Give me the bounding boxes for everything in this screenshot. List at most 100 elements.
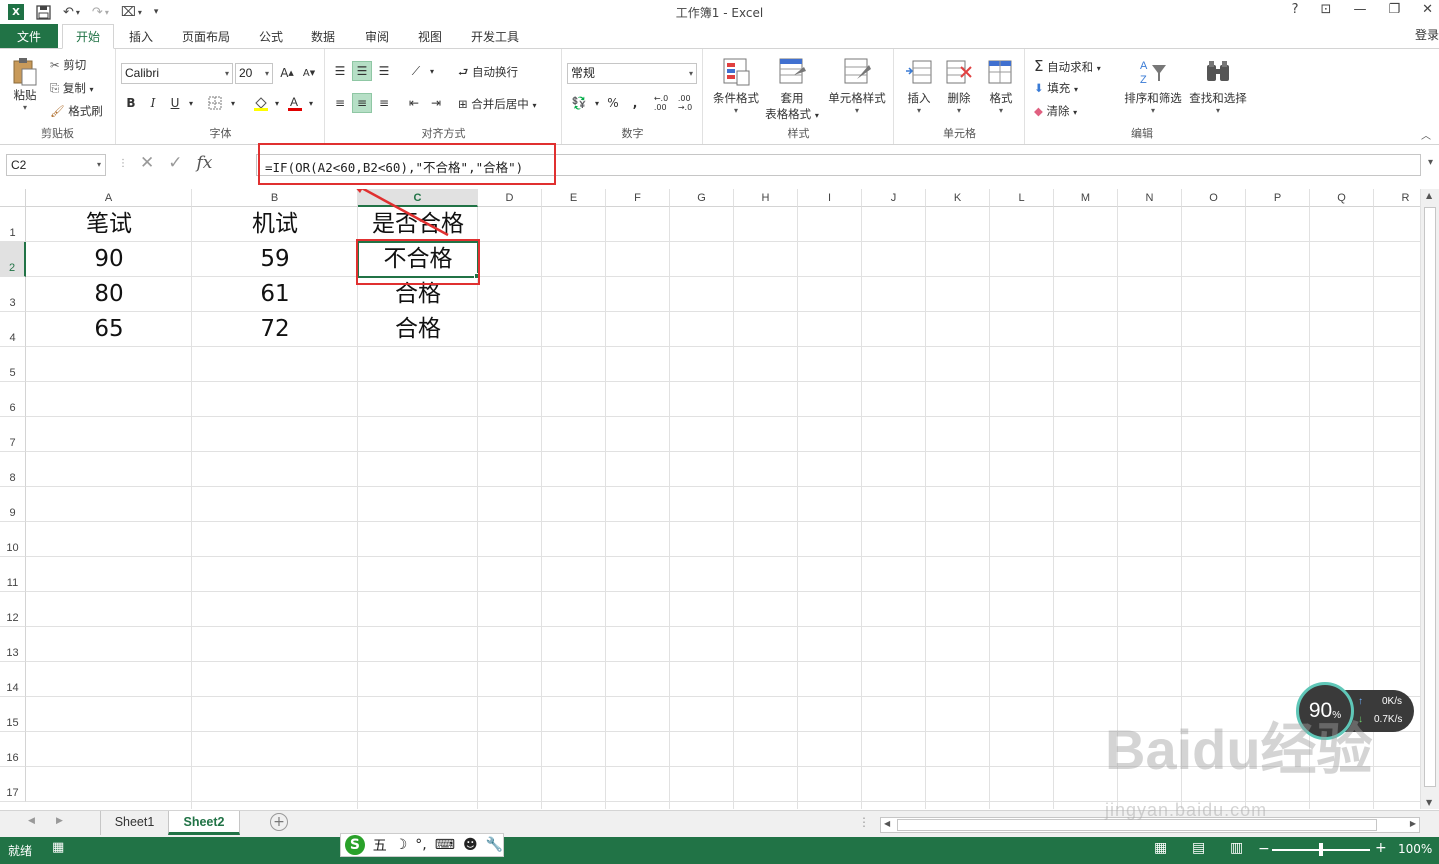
- user-icon[interactable]: ☻: [463, 837, 478, 853]
- tab-developer[interactable]: 开发工具: [462, 24, 528, 49]
- paste-button[interactable]: 粘贴 ▾: [8, 57, 42, 112]
- insert-function-button[interactable]: fx: [197, 153, 213, 173]
- scroll-right-icon[interactable]: ▶: [1410, 819, 1416, 828]
- column-header-g[interactable]: G: [670, 189, 734, 207]
- ribbon-display-icon[interactable]: ⊡: [1321, 2, 1332, 17]
- format-painter-button[interactable]: 🖌 格式刷: [50, 103, 103, 119]
- zoom-slider-thumb[interactable]: [1319, 843, 1323, 856]
- font-color-dropdown-icon[interactable]: ▾: [301, 93, 321, 113]
- macro-record-icon[interactable]: ▦: [52, 840, 64, 855]
- sheet-tab-sheet1[interactable]: Sheet1: [100, 811, 168, 835]
- orientation-dropdown-icon[interactable]: ▾: [422, 61, 442, 81]
- row-header-6[interactable]: 6: [0, 382, 26, 417]
- tab-home[interactable]: 开始: [62, 24, 114, 49]
- font-name-select[interactable]: Calibri ▾: [121, 63, 233, 84]
- shrink-font-icon[interactable]: A ▼: [299, 63, 319, 83]
- align-right-icon[interactable]: ≡: [374, 93, 394, 113]
- row-header-17[interactable]: 17: [0, 767, 26, 802]
- help-button[interactable]: ?: [1292, 2, 1299, 17]
- row-header-16[interactable]: 16: [0, 732, 26, 767]
- decrease-indent-icon[interactable]: ⇤: [404, 93, 424, 113]
- sort-filter-button[interactable]: AZ 排序和筛选 ▾: [1120, 57, 1186, 115]
- zoom-in-icon[interactable]: +: [1375, 840, 1387, 856]
- row-header-8[interactable]: 8: [0, 452, 26, 487]
- punctuation-icon[interactable]: °,: [415, 837, 426, 853]
- find-select-button[interactable]: 查找和选择 ▾: [1184, 57, 1252, 115]
- delete-cells-button[interactable]: 删除 ▾: [939, 57, 979, 115]
- italic-button[interactable]: I: [143, 93, 163, 113]
- column-header-l[interactable]: L: [990, 189, 1054, 207]
- row-header-11[interactable]: 11: [0, 557, 26, 592]
- tab-split-grip-icon[interactable]: ⋮: [858, 815, 870, 829]
- align-center-icon[interactable]: ≡: [352, 93, 372, 113]
- scroll-down-icon[interactable]: ▼: [1426, 798, 1432, 807]
- cell-A4[interactable]: 65: [26, 312, 192, 347]
- cancel-icon[interactable]: ✕: [140, 153, 154, 173]
- insert-cells-button[interactable]: 插入 ▾: [899, 57, 939, 115]
- normal-view-icon[interactable]: ▦: [1154, 840, 1167, 856]
- column-header-m[interactable]: M: [1054, 189, 1118, 207]
- tab-formulas[interactable]: 公式: [248, 24, 294, 49]
- align-middle-icon[interactable]: ☰: [352, 61, 372, 81]
- cell-C4[interactable]: 合格: [358, 312, 478, 347]
- decrease-decimal-icon[interactable]: .00 →.0: [675, 93, 695, 113]
- moon-icon[interactable]: ☽: [395, 837, 408, 853]
- vertical-scrollbar[interactable]: ▲ ▼: [1420, 189, 1439, 809]
- align-top-icon[interactable]: ☰: [330, 61, 350, 81]
- new-sheet-icon[interactable]: +: [270, 813, 288, 831]
- format-as-table-button[interactable]: 套用 表格格式 ▾: [760, 57, 824, 122]
- border-dropdown-icon[interactable]: ▾: [223, 93, 243, 113]
- expand-formula-icon[interactable]: ▾: [1428, 157, 1433, 168]
- restore-button[interactable]: ❐: [1388, 2, 1400, 17]
- prev-sheet-icon[interactable]: ◀: [28, 816, 35, 826]
- row-header-7[interactable]: 7: [0, 417, 26, 452]
- column-header-k[interactable]: K: [926, 189, 990, 207]
- close-button[interactable]: ✕: [1422, 2, 1433, 17]
- enter-icon[interactable]: ✓: [168, 153, 182, 173]
- currency-icon[interactable]: 💱: [569, 93, 589, 113]
- copy-button[interactable]: ⎘ 复制 ▾: [50, 80, 94, 96]
- underline-dropdown-icon[interactable]: ▾: [181, 93, 201, 113]
- scroll-up-icon[interactable]: ▲: [1426, 191, 1432, 200]
- collapse-ribbon-icon[interactable]: ︿: [1421, 127, 1431, 142]
- align-left-icon[interactable]: ≡: [330, 93, 350, 113]
- minimize-button[interactable]: —: [1353, 2, 1366, 17]
- tab-page-layout[interactable]: 页面布局: [172, 24, 240, 49]
- name-box[interactable]: C2 ▾: [6, 154, 106, 176]
- column-header-q[interactable]: Q: [1310, 189, 1374, 207]
- column-header-f[interactable]: F: [606, 189, 670, 207]
- wrap-text-button[interactable]: ⮐ 自动换行: [458, 64, 518, 84]
- format-cells-button[interactable]: 格式 ▾: [981, 57, 1021, 115]
- column-header-i[interactable]: I: [798, 189, 862, 207]
- autosum-button[interactable]: Σ 自动求和 ▾: [1034, 57, 1101, 75]
- tab-data[interactable]: 数据: [300, 24, 346, 49]
- column-header-r[interactable]: R: [1374, 189, 1420, 207]
- cut-button[interactable]: ✂ 剪切: [50, 57, 86, 73]
- cell-styles-button[interactable]: 单元格样式 ▾: [824, 57, 890, 115]
- border-icon[interactable]: [205, 93, 225, 113]
- column-header-j[interactable]: J: [862, 189, 926, 207]
- page-layout-view-icon[interactable]: ▤: [1192, 840, 1205, 856]
- row-header-10[interactable]: 10: [0, 522, 26, 557]
- next-sheet-icon[interactable]: ▶: [56, 816, 63, 826]
- row-header-9[interactable]: 9: [0, 487, 26, 522]
- row-header-14[interactable]: 14: [0, 662, 26, 697]
- comma-button[interactable]: ,: [625, 93, 645, 113]
- increase-indent-icon[interactable]: ⇥: [426, 93, 446, 113]
- wrench-icon[interactable]: 🔧: [486, 837, 503, 853]
- merge-center-button[interactable]: ⊞ 合并后居中 ▾: [458, 96, 536, 112]
- column-header-p[interactable]: P: [1246, 189, 1310, 207]
- ime-mode[interactable]: 五: [373, 835, 387, 855]
- tab-review[interactable]: 审阅: [354, 24, 400, 49]
- row-header-12[interactable]: 12: [0, 592, 26, 627]
- zoom-level[interactable]: 100%: [1398, 842, 1432, 856]
- column-header-n[interactable]: N: [1118, 189, 1182, 207]
- row-header-15[interactable]: 15: [0, 697, 26, 732]
- row-header-5[interactable]: 5: [0, 347, 26, 382]
- number-format-select[interactable]: 常规 ▾: [567, 63, 697, 84]
- bold-button[interactable]: B: [121, 93, 141, 113]
- login-link[interactable]: 登录: [1415, 26, 1439, 43]
- tab-view[interactable]: 视图: [407, 24, 453, 49]
- row-header-4[interactable]: 4: [0, 312, 26, 347]
- percent-button[interactable]: %: [603, 93, 623, 113]
